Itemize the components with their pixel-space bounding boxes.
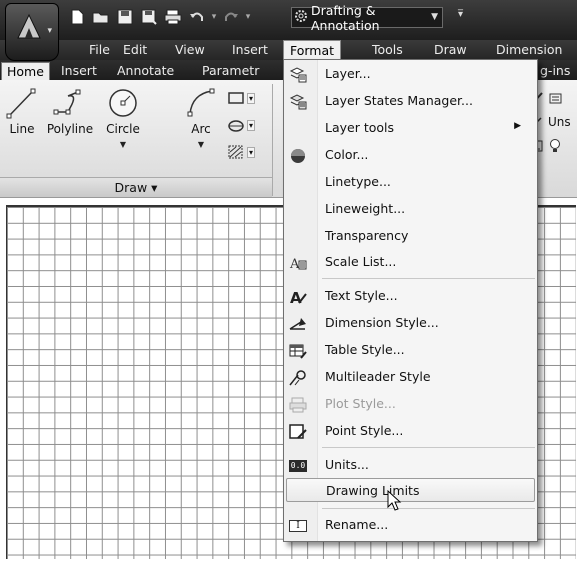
application-menu-button[interactable]: ▾ [5, 3, 59, 61]
save-icon[interactable] [114, 6, 136, 28]
format-dropdown-menu: Layer... Layer States Manager... Layer t… [283, 59, 538, 542]
menu-edit[interactable]: Edit [123, 42, 147, 57]
ellipse-icon [228, 120, 244, 132]
mouse-pointer-icon [387, 490, 402, 511]
scale-list-icon: A [289, 254, 307, 271]
rectangle-icon [228, 92, 244, 104]
plot-icon[interactable] [162, 6, 184, 28]
polyline-tool-button[interactable]: Polyline [44, 86, 96, 136]
tab-plug-ins[interactable]: g-ins [540, 63, 570, 78]
table-style-icon [289, 342, 307, 359]
polyline-tool-label: Polyline [46, 122, 94, 136]
menu-view[interactable]: View [175, 42, 205, 57]
menu-file[interactable]: File [89, 42, 110, 57]
line-tool-button[interactable]: Line [2, 86, 42, 136]
tab-parametric[interactable]: Parametr [202, 63, 259, 78]
text-style-icon: A [289, 288, 307, 305]
plot-style-icon [289, 396, 307, 413]
rename-icon: I [289, 517, 307, 534]
title-bar: ▾ ▾ Drafting & Annotation ▼ ▾̅ [0, 0, 577, 40]
rectangle-dropdown-icon[interactable]: ▾ [247, 92, 256, 104]
menu-item-layer-states-manager[interactable]: Layer States Manager... [284, 89, 537, 113]
tab-insert[interactable]: Insert [61, 63, 97, 78]
menu-item-color[interactable]: Color... [284, 143, 537, 167]
hatch-tool-button[interactable]: ▾ [227, 113, 269, 137]
menu-item-drawing-limits[interactable]: Drawing Limits [286, 478, 535, 502]
autocad-logo-icon [17, 13, 41, 39]
menu-item-layer[interactable]: Layer... [284, 62, 537, 86]
autocad-window: ▾ ▾ Drafting & Annotation ▼ ▾̅ ▾ File Ed… [0, 0, 577, 563]
menu-separator [322, 508, 535, 509]
svg-text:A: A [289, 257, 300, 271]
panel-divider [272, 84, 273, 196]
redo-dropdown-icon[interactable]: ▾ [244, 12, 252, 22]
menu-item-lineweight[interactable]: Lineweight... [284, 197, 537, 221]
save-as-icon[interactable] [138, 6, 160, 28]
menu-item-units[interactable]: 0.0 Units... [284, 453, 537, 477]
undo-icon[interactable] [186, 6, 208, 28]
rectangle-tool-button[interactable]: ▾ [227, 86, 269, 110]
arc-tool-label: Arc [191, 122, 211, 136]
unsaved-label: Uns [548, 115, 571, 129]
customize-qat-icon[interactable]: ▾̅ [458, 9, 463, 20]
menu-item-transparency[interactable]: Transparency [284, 224, 537, 248]
dimension-style-icon [289, 315, 307, 332]
new-file-icon[interactable] [66, 6, 88, 28]
layer-properties-icon [549, 93, 562, 104]
hatch-dropdown-icon[interactable]: ▾ [247, 146, 256, 158]
line-tool-label: Line [9, 122, 35, 136]
submenu-arrow-icon: ▶ [514, 121, 521, 131]
tab-home[interactable]: Home [1, 62, 50, 81]
arc-tool-button[interactable]: Arc ▼ [181, 86, 221, 150]
draw-panel-title[interactable]: Draw ▾ [0, 177, 272, 197]
menu-item-table-style[interactable]: Table Style... [284, 338, 537, 362]
menu-item-multileader-style[interactable]: Multileader Style [284, 365, 537, 389]
polyline-icon [53, 89, 81, 115]
menu-item-dimension-style[interactable]: Dimension Style... [284, 311, 537, 335]
circle-dropdown-icon[interactable]: ▼ [120, 140, 126, 149]
menu-item-layer-tools[interactable]: Layer tools ▶ [284, 116, 537, 140]
hatch-icon [228, 145, 243, 159]
workspace-switcher[interactable]: Drafting & Annotation ▼ [291, 3, 443, 33]
circle-icon [109, 89, 137, 117]
layer-states-icon [289, 93, 307, 110]
undo-dropdown-icon[interactable]: ▾ [210, 12, 218, 22]
menu-separator [322, 447, 535, 448]
menu-item-plot-style: Plot Style... [284, 392, 537, 416]
redo-icon[interactable] [220, 6, 242, 28]
quick-access-toolbar: ▾ ▾ [66, 6, 252, 28]
menu-item-rename[interactable]: I Rename... [284, 513, 537, 537]
lightbulb-icon [550, 139, 560, 152]
menu-dimension[interactable]: Dimension [496, 42, 562, 57]
hatch-pattern-tool-button[interactable]: ▾ [227, 140, 269, 164]
menu-separator [322, 278, 535, 279]
menu-item-point-style[interactable]: Point Style... [284, 419, 537, 443]
gear-icon [294, 9, 308, 26]
layer-icon [289, 66, 307, 83]
tab-annotate[interactable]: Annotate [117, 63, 174, 78]
arc-icon [187, 88, 215, 117]
open-folder-icon[interactable] [90, 6, 112, 28]
ellipse-dropdown-icon[interactable]: ▾ [247, 119, 256, 131]
menu-draw[interactable]: Draw [434, 42, 467, 57]
menu-tools[interactable]: Tools [372, 42, 403, 57]
draw-small-tools: ▾ ▾ ▾ [227, 86, 269, 167]
menu-format[interactable]: Format [283, 40, 342, 60]
point-style-icon [289, 423, 307, 440]
app-menu-caret-icon: ▾ [47, 26, 52, 36]
chevron-down-icon[interactable]: ▼ [431, 12, 438, 22]
circle-tool-label: Circle [106, 122, 140, 136]
multileader-style-icon [289, 369, 307, 386]
menu-item-text-style[interactable]: A Text Style... [284, 284, 537, 308]
menu-item-scale-list[interactable]: A Scale List... [284, 250, 537, 274]
units-icon: 0.0 [289, 459, 307, 472]
color-icon [289, 147, 307, 164]
menu-item-linetype[interactable]: Linetype... [284, 170, 537, 194]
circle-tool-button[interactable]: Circle ▼ [100, 86, 146, 150]
menu-insert[interactable]: Insert [232, 42, 268, 57]
line-icon [6, 88, 36, 119]
menu-bar: File Edit View Insert Format Tools Draw … [0, 40, 577, 60]
workspace-label: Drafting & Annotation [311, 2, 380, 33]
arc-dropdown-icon[interactable]: ▼ [198, 140, 204, 149]
